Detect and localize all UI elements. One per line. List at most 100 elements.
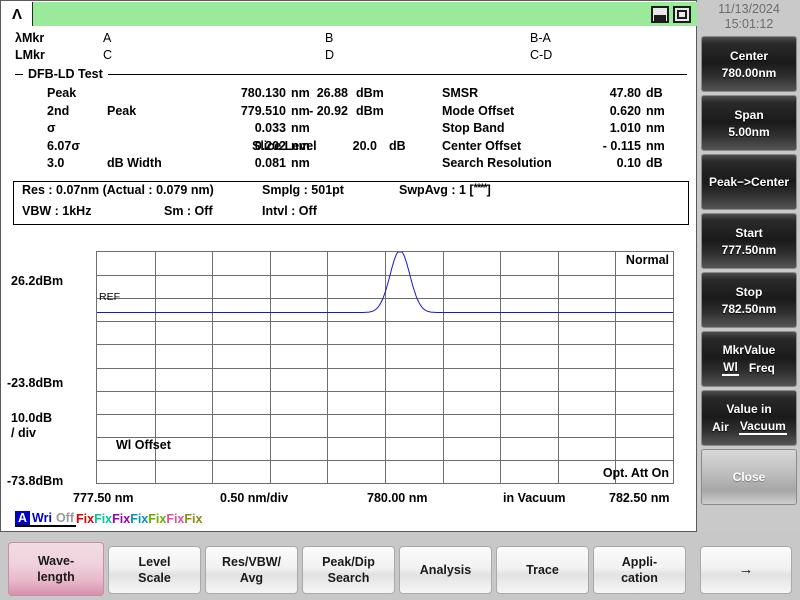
stop-band-unit: nm: [646, 121, 665, 135]
softkey-peak-to-center-title: Peak−>Center: [709, 175, 789, 189]
window-buttons: [651, 6, 697, 23]
softkey-start-title: Start: [735, 226, 762, 240]
center-offset-unit: nm: [646, 139, 665, 153]
menu-tab-res-vbw-avg[interactable]: Res/VBW/Avg: [205, 546, 298, 594]
softkey-stop[interactable]: Stop 782.50nm: [701, 272, 797, 328]
softkey-stop-value: 782.50nm: [722, 302, 777, 316]
softkey-panel: 11/13/2024 15:01:12 Center780.00nmSpan5.…: [698, 0, 800, 532]
menu-tab-application[interactable]: Appli-cation: [593, 546, 686, 594]
smsr-value: 47.80: [506, 86, 641, 100]
trace-a-mode[interactable]: Wri: [30, 511, 54, 527]
sweep-average-label: SwpAvg : 1 [: [399, 183, 474, 197]
menu-tab-wavelength-line1: Wave-: [38, 553, 74, 569]
y-div-value: 10.0dB: [11, 411, 52, 425]
softkey-peak-to-center[interactable]: Peak−>Center: [701, 154, 797, 210]
trace-fix-3[interactable]: Fix: [112, 512, 130, 526]
trace-a-state[interactable]: Off: [54, 511, 76, 527]
trace-a-badge[interactable]: A: [15, 511, 30, 527]
resolution-setting[interactable]: Res : 0.07nm (Actual : 0.079 nm): [22, 183, 214, 197]
trace-fix-7[interactable]: Fix: [184, 512, 202, 526]
softkey-span-value: 5.00nm: [728, 125, 769, 139]
trace-fix-1[interactable]: Fix: [76, 512, 94, 526]
sweep-average-bracket: ]: [487, 183, 491, 197]
menu-tab-analysis[interactable]: Analysis: [399, 546, 492, 594]
menu-tab-peak-dip-search-line2: Search: [328, 570, 370, 586]
six-sigma-label: 6.07σ: [47, 139, 80, 153]
mode-offset-label: Mode Offset: [442, 104, 514, 118]
softkey-span[interactable]: Span5.00nm: [701, 95, 797, 151]
x-axis-medium-label: in Vacuum: [503, 491, 566, 505]
plot-grid: [96, 251, 674, 484]
softkey-center-value: 780.00nm: [722, 66, 777, 80]
spectrum-plot[interactable]: Normal REF Wl Offset Opt. Att On: [96, 251, 674, 484]
menu-tab-wavelength[interactable]: Wave-length: [8, 542, 104, 596]
minimize-icon[interactable]: [651, 6, 669, 23]
softkey-start-value: 777.50nm: [722, 243, 777, 257]
level-marker-label: LMkr: [15, 48, 45, 62]
softkey-value-in-option-vacuum[interactable]: Vacuum: [739, 419, 787, 435]
menu-tab-peak-dip-search[interactable]: Peak/DipSearch: [302, 546, 395, 594]
menu-tab-next-page[interactable]: →: [700, 546, 792, 594]
measurement-row: Peak 780.130 nm 26.88 dBm SMSR 47.80 dB: [1, 86, 698, 104]
sweep-average-setting[interactable]: SwpAvg : 1 [****]: [399, 183, 491, 197]
level-marker-diff: C-D: [530, 48, 552, 62]
menu-tab-level-scale-line2: Scale: [138, 570, 171, 586]
softkey-value-in[interactable]: Value inAirVacuum: [701, 390, 797, 446]
trace-fix-2[interactable]: Fix: [94, 512, 112, 526]
slice-level-label: Slice Level: [252, 139, 317, 153]
sampling-setting[interactable]: Smplg : 501pt: [262, 183, 344, 197]
interval-setting[interactable]: Intvl : Off: [262, 204, 317, 218]
marker-row-level: LMkr C D C-D: [15, 48, 687, 65]
instrument-display: Λ λMkr A B B-A LMkr C D C-D D: [0, 0, 697, 532]
plot-mode-label: Normal: [626, 253, 669, 267]
softkey-mkr-value-toggle[interactable]: Wl Freq: [722, 360, 776, 376]
softkey-center[interactable]: Center780.00nm: [701, 36, 797, 92]
menu-tab-res-vbw-avg-line2: Avg: [240, 570, 263, 586]
marker-header: λMkr A B B-A LMkr C D C-D: [15, 31, 687, 65]
smoothing-setting[interactable]: Sm : Off: [164, 204, 213, 218]
level-marker-d[interactable]: D: [325, 48, 334, 62]
softkey-mkr-value-option-freq[interactable]: Freq: [748, 361, 776, 375]
sweep-average-stars: ****: [474, 182, 487, 194]
trace-fix-5[interactable]: Fix: [148, 512, 166, 526]
menu-tab-wavelength-line2: length: [37, 569, 75, 585]
clock: 11/13/2024 15:01:12: [698, 0, 800, 36]
maximize-icon[interactable]: [673, 6, 691, 23]
wl-marker-label: λMkr: [15, 31, 44, 45]
db-width-label2: dB Width: [107, 156, 162, 170]
search-resolution-unit: dB: [646, 156, 663, 170]
y-axis-top-label: 26.2dBm: [11, 274, 63, 288]
app-logo-icon: Λ: [2, 2, 33, 26]
y-div-unit: / div: [11, 426, 36, 440]
softkey-mkr-value-title: MkrValue: [723, 343, 776, 357]
smsr-label: SMSR: [442, 86, 478, 100]
softkey-start[interactable]: Start 777.50nm: [701, 213, 797, 269]
clock-time: 15:01:12: [698, 17, 800, 32]
softkey-close[interactable]: Close: [701, 449, 797, 505]
trace-status-bar: A Wri Off FixFixFixFixFixFixFix: [15, 510, 202, 528]
trace-fix-6[interactable]: Fix: [166, 512, 184, 526]
sigma-label: σ: [47, 121, 56, 135]
softkey-mkr-value-option-wl[interactable]: Wl: [722, 360, 739, 376]
level-marker-c[interactable]: C: [103, 48, 112, 62]
smsr-unit: dB: [646, 86, 663, 100]
db-width-unit: nm: [291, 156, 310, 170]
sweep-settings-row-2: VBW : 1kHz Sm : Off Intvl : Off: [14, 204, 688, 224]
menu-tab-level-scale[interactable]: LevelScale: [108, 546, 201, 594]
trace-fix-4[interactable]: Fix: [130, 512, 148, 526]
x-axis-stop-label: 782.50 nm: [609, 491, 669, 505]
title-rule-left: [15, 74, 23, 75]
wl-marker-b[interactable]: B: [325, 31, 333, 45]
wl-marker-diff: B-A: [530, 31, 551, 45]
menu-tab-trace[interactable]: Trace: [496, 546, 589, 594]
softkey-value-in-option-air[interactable]: Air: [711, 420, 730, 434]
analysis-mode-label: DFB-LD Test: [28, 67, 103, 81]
trace-fix-list: FixFixFixFixFixFixFix: [76, 512, 202, 526]
y-axis-mid-label: -23.8dBm: [7, 376, 63, 390]
softkey-stop-title: Stop: [736, 285, 763, 299]
softkey-mkr-value[interactable]: MkrValue Wl Freq: [701, 331, 797, 387]
wl-marker-a[interactable]: A: [103, 31, 111, 45]
marker-row-wavelength: λMkr A B B-A: [15, 31, 687, 48]
softkey-value-in-toggle[interactable]: Air Vacuum: [711, 419, 787, 435]
vbw-setting[interactable]: VBW : 1kHz: [22, 204, 91, 218]
